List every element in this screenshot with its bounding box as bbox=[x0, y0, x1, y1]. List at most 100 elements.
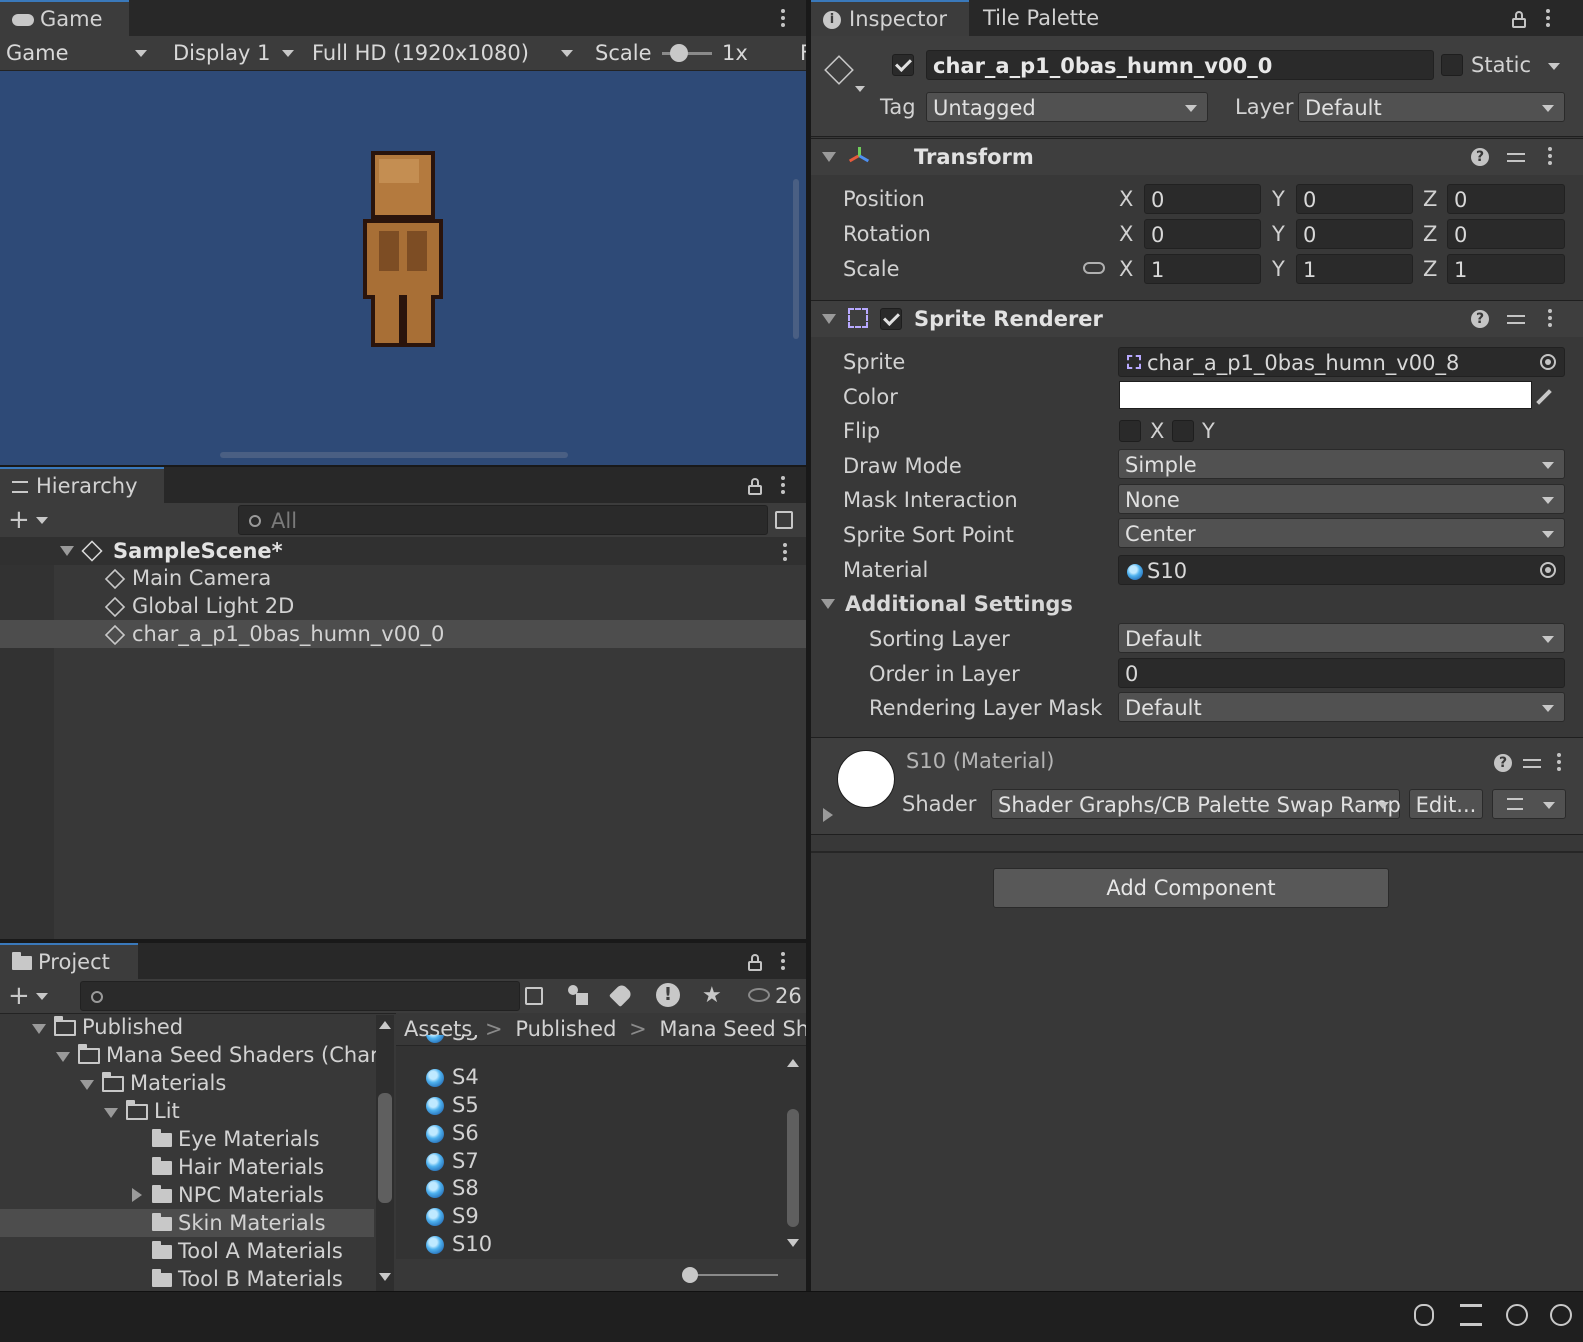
scroll-up-icon[interactable] bbox=[787, 1059, 799, 1067]
scene-row[interactable]: SampleScene* bbox=[0, 537, 806, 565]
hierarchy-menu-icon[interactable] bbox=[781, 476, 785, 497]
asset-item[interactable]: S7 bbox=[396, 1147, 806, 1175]
position-y-label[interactable]: Y bbox=[1272, 184, 1285, 214]
sprite-object-field[interactable]: char_a_p1_0bas_humn_v00_8 bbox=[1118, 347, 1565, 377]
project-search-input[interactable] bbox=[80, 981, 520, 1011]
foldout-arrow-icon[interactable] bbox=[822, 314, 836, 324]
tab-project[interactable]: Project bbox=[0, 943, 138, 979]
expand-arrow-icon[interactable] bbox=[32, 1024, 46, 1034]
help-icon[interactable]: ? bbox=[1471, 148, 1489, 166]
game-menu-icon[interactable] bbox=[781, 9, 785, 30]
scale-x-label[interactable]: X bbox=[1119, 254, 1133, 284]
object-picker-icon[interactable] bbox=[1540, 354, 1556, 370]
inspector-menu-icon[interactable] bbox=[1546, 9, 1550, 30]
asset-item[interactable]: S4 bbox=[396, 1063, 806, 1091]
add-object-button[interactable]: + bbox=[8, 505, 56, 535]
rotation-x-label[interactable]: X bbox=[1119, 219, 1133, 249]
object-picker-icon[interactable] bbox=[1540, 562, 1556, 578]
icon-size-slider-thumb[interactable] bbox=[682, 1267, 698, 1283]
create-asset-button[interactable]: + bbox=[8, 981, 56, 1011]
scale-x-field[interactable]: 1 bbox=[1144, 254, 1261, 284]
presets-icon[interactable] bbox=[1507, 311, 1525, 327]
presets-icon[interactable] bbox=[1507, 149, 1525, 165]
toolbar-overflow[interactable]: F bbox=[800, 38, 806, 68]
resolution-dropdown[interactable]: Full HD (1920x1080) bbox=[312, 38, 577, 68]
tab-game[interactable]: Game bbox=[0, 0, 129, 36]
tree-item[interactable]: NPC Materials bbox=[0, 1181, 374, 1209]
rotation-z-field[interactable]: 0 bbox=[1447, 219, 1565, 249]
tree-item[interactable]: Published bbox=[0, 1013, 374, 1041]
expand-arrow-icon[interactable] bbox=[104, 1108, 118, 1118]
component-menu-icon[interactable] bbox=[1548, 147, 1552, 168]
network-disabled-icon[interactable] bbox=[1506, 1304, 1528, 1326]
active-checkbox[interactable] bbox=[892, 54, 914, 76]
collapse-arrow-icon[interactable] bbox=[132, 1188, 142, 1202]
position-x-field[interactable]: 0 bbox=[1144, 184, 1261, 214]
scale-z-label[interactable]: Z bbox=[1423, 254, 1437, 284]
help-icon[interactable]: ? bbox=[1471, 310, 1489, 328]
favorite-star-icon[interactable]: ★ bbox=[702, 981, 722, 1011]
game-mode-dropdown[interactable]: Game bbox=[6, 38, 151, 68]
sprite-renderer-header[interactable]: Sprite Renderer ? bbox=[811, 300, 1583, 337]
shader-dropdown[interactable]: Shader Graphs/CB Palette Swap Ramp bbox=[991, 789, 1401, 819]
asset-scroll-thumb[interactable] bbox=[787, 1109, 799, 1227]
hierarchy-item[interactable]: Global Light 2D bbox=[0, 592, 806, 620]
hierarchy-item-selected[interactable]: char_a_p1_0bas_humn_v00_0 bbox=[0, 620, 806, 648]
flip-x-checkbox[interactable] bbox=[1119, 420, 1141, 442]
static-checkbox[interactable] bbox=[1441, 54, 1463, 76]
lock-icon[interactable] bbox=[748, 954, 762, 971]
maximize-icon[interactable] bbox=[775, 511, 793, 529]
asset-item[interactable]: S5 bbox=[396, 1091, 806, 1119]
layer-dropdown[interactable]: Default bbox=[1298, 92, 1565, 122]
tab-tile-palette[interactable]: Tile Palette bbox=[971, 0, 1111, 36]
asset-item[interactable]: S8 bbox=[396, 1174, 806, 1202]
eyedropper-icon[interactable] bbox=[1536, 389, 1552, 405]
presets-icon[interactable] bbox=[1523, 755, 1541, 771]
tree-scrollbar[interactable] bbox=[376, 1015, 394, 1291]
tree-item-selected[interactable]: Skin Materials bbox=[0, 1209, 374, 1237]
asset-item[interactable]: S9 bbox=[396, 1202, 806, 1230]
position-x-label[interactable]: X bbox=[1119, 184, 1133, 214]
tree-item[interactable]: Materials bbox=[0, 1069, 374, 1097]
tree-item[interactable]: Tool B Materials bbox=[0, 1265, 374, 1291]
sorting-layer-dropdown[interactable]: Default bbox=[1118, 623, 1565, 653]
draw-mode-dropdown[interactable]: Simple bbox=[1118, 449, 1565, 479]
tab-hierarchy[interactable]: Hierarchy bbox=[0, 467, 164, 503]
tree-scroll-thumb[interactable] bbox=[378, 1093, 392, 1203]
scale-z-field[interactable]: 1 bbox=[1447, 254, 1565, 284]
rendering-layer-mask-dropdown[interactable]: Default bbox=[1118, 692, 1565, 722]
sprite-sort-point-dropdown[interactable]: Center bbox=[1118, 518, 1565, 548]
foldout-arrow-icon[interactable] bbox=[821, 599, 835, 609]
asset-item[interactable]: S3 bbox=[396, 1035, 806, 1055]
viewport-scrollbar-horizontal[interactable] bbox=[220, 452, 568, 458]
foldout-arrow-icon[interactable] bbox=[823, 808, 833, 822]
add-component-button[interactable]: Add Component bbox=[993, 868, 1389, 908]
filter-by-type-icon[interactable] bbox=[568, 985, 588, 1005]
component-menu-icon[interactable] bbox=[1548, 309, 1552, 330]
shader-options-button[interactable] bbox=[1492, 789, 1566, 819]
rotation-y-field[interactable]: 0 bbox=[1296, 219, 1413, 249]
tab-inspector[interactable]: i Inspector bbox=[811, 0, 969, 36]
tree-item[interactable]: Lit bbox=[0, 1097, 374, 1125]
filter-by-label-icon[interactable] bbox=[608, 982, 634, 1008]
asset-scrollbar[interactable] bbox=[786, 1059, 800, 1255]
scroll-down-icon[interactable] bbox=[379, 1273, 391, 1281]
tree-item[interactable]: Hair Materials bbox=[0, 1153, 374, 1181]
sprite-renderer-enabled-checkbox[interactable] bbox=[880, 308, 902, 330]
display-dropdown[interactable]: Display 1 bbox=[173, 38, 298, 68]
position-z-field[interactable]: 0 bbox=[1447, 184, 1565, 214]
hierarchy-search-input[interactable]: All bbox=[238, 505, 768, 535]
tree-item[interactable]: Tool A Materials bbox=[0, 1237, 374, 1265]
scale-y-label[interactable]: Y bbox=[1272, 254, 1285, 284]
icon-size-slider-track[interactable] bbox=[686, 1274, 778, 1276]
lock-icon[interactable] bbox=[748, 478, 762, 495]
edit-shader-button[interactable]: Edit... bbox=[1409, 789, 1483, 819]
scroll-up-icon[interactable] bbox=[379, 1021, 391, 1029]
asset-item[interactable]: S10 bbox=[396, 1230, 806, 1258]
expand-arrow-icon[interactable] bbox=[60, 546, 74, 556]
flip-y-checkbox[interactable] bbox=[1172, 420, 1194, 442]
color-field[interactable] bbox=[1119, 381, 1532, 409]
static-dropdown-icon[interactable] bbox=[1548, 63, 1560, 70]
scale-slider-thumb[interactable] bbox=[670, 44, 688, 62]
expand-arrow-icon[interactable] bbox=[80, 1080, 94, 1090]
